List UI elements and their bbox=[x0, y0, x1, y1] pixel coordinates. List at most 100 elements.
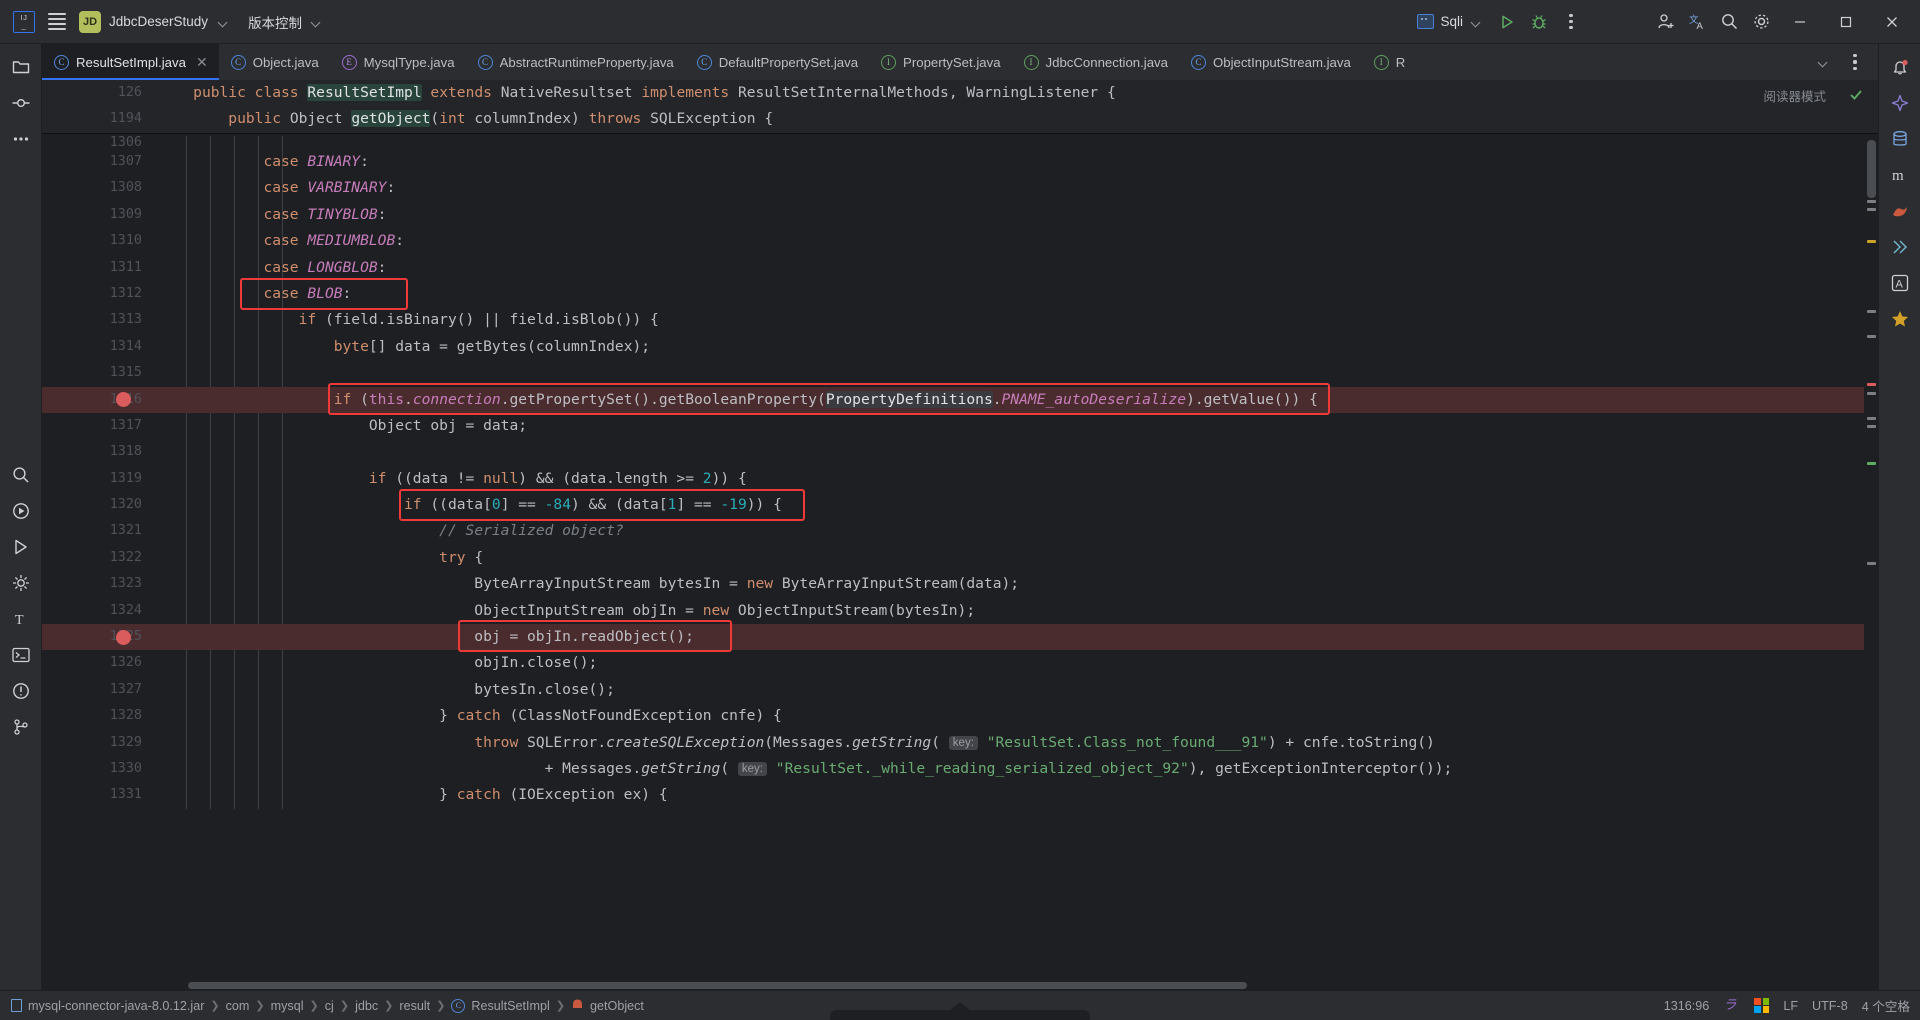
code-line[interactable]: 1323 ByteArrayInputStream bytesIn = new … bbox=[42, 571, 1878, 597]
reader-mode-label[interactable]: 阅读器模式 bbox=[1763, 86, 1826, 105]
marker-stripe[interactable] bbox=[1867, 200, 1876, 203]
code-line[interactable]: 1325 obj = objIn.readObject(); bbox=[42, 624, 1878, 651]
search-everywhere-button[interactable] bbox=[1714, 7, 1744, 37]
sidebar-item-gradle[interactable] bbox=[1883, 230, 1917, 264]
horizontal-scrollbar[interactable] bbox=[154, 982, 1862, 989]
marker-stripe[interactable] bbox=[1867, 383, 1876, 386]
code-line[interactable]: 1316 if (this.connection.getPropertySet(… bbox=[42, 386, 1878, 413]
code-line[interactable]: 1321 // Serialized object? bbox=[42, 518, 1878, 544]
line-number[interactable]: 1325 bbox=[42, 624, 154, 651]
marker-stripe[interactable] bbox=[1867, 417, 1876, 420]
line-number[interactable]: 1308 bbox=[42, 175, 154, 201]
code-line[interactable]: 1326 objIn.close(); bbox=[42, 650, 1878, 676]
code-line[interactable]: 1309 case TINYBLOB: bbox=[42, 202, 1878, 228]
line-number[interactable]: 1323 bbox=[42, 571, 154, 597]
editor-tab[interactable]: C DefaultPropertySet.java bbox=[685, 44, 869, 80]
code-line[interactable]: 1319 if ((data != null) && (data.length … bbox=[42, 466, 1878, 492]
line-number[interactable]: 1322 bbox=[42, 545, 154, 571]
vcs-widget[interactable]: 版本控制 bbox=[237, 7, 328, 37]
line-number[interactable]: 1310 bbox=[42, 228, 154, 254]
line-number[interactable]: 1328 bbox=[42, 703, 154, 729]
line-number[interactable]: 1312 bbox=[42, 281, 154, 307]
sidebar-item-debug[interactable] bbox=[4, 530, 38, 564]
sidebar-item-translation[interactable]: A bbox=[1883, 266, 1917, 300]
editor-tab[interactable]: C ObjectInputStream.java bbox=[1179, 44, 1362, 80]
line-number[interactable]: 1307 bbox=[42, 149, 154, 175]
line-number[interactable]: 1317 bbox=[42, 413, 154, 439]
sidebar-item-problems[interactable] bbox=[4, 674, 38, 708]
settings-button[interactable] bbox=[1746, 7, 1776, 37]
code-line[interactable]: 1328 } catch (ClassNotFoundException cnf… bbox=[42, 703, 1878, 729]
sidebar-item-ai-assistant[interactable] bbox=[1883, 86, 1917, 120]
line-number[interactable]: 1329 bbox=[42, 730, 154, 756]
maximize-button[interactable] bbox=[1824, 0, 1868, 44]
line-number[interactable]: 1324 bbox=[42, 598, 154, 624]
code-line[interactable]: 1313 if (field.isBinary() || field.isBlo… bbox=[42, 307, 1878, 333]
sidebar-item-bookmarks[interactable] bbox=[1883, 302, 1917, 336]
code-line[interactable]: 1306 bbox=[42, 136, 1878, 149]
breadcrumb-item[interactable]: jdbc bbox=[352, 999, 381, 1013]
code-line[interactable]: 1310 case MEDIUMBLOB: bbox=[42, 228, 1878, 254]
sidebar-item-notifications[interactable] bbox=[1883, 50, 1917, 84]
code-line[interactable]: 1315 bbox=[42, 360, 1878, 386]
inspection-status-icon[interactable] bbox=[1848, 86, 1864, 109]
editor-tab[interactable]: I JdbcConnection.java bbox=[1012, 44, 1179, 80]
sidebar-item-terminal[interactable] bbox=[4, 638, 38, 672]
line-number[interactable]: 1306 bbox=[42, 136, 154, 149]
breakpoint-marker[interactable] bbox=[116, 629, 131, 645]
line-number[interactable]: 1313 bbox=[42, 307, 154, 333]
breadcrumb-item[interactable]: mysql bbox=[268, 999, 307, 1013]
editor-tab[interactable]: I PropertySet.java bbox=[869, 44, 1012, 80]
editor-tab[interactable]: C ResultSetImpl.java ✕ bbox=[42, 44, 219, 80]
line-number[interactable]: 1318 bbox=[42, 439, 154, 465]
sidebar-item-run[interactable] bbox=[4, 494, 38, 528]
code-line[interactable]: 1318 bbox=[42, 439, 1878, 465]
line-number[interactable]: 1331 bbox=[42, 782, 154, 808]
debug-button[interactable] bbox=[1524, 7, 1554, 37]
project-widget[interactable]: JD JdbcDeserStudy bbox=[74, 7, 235, 37]
code-with-me-button[interactable] bbox=[1650, 7, 1680, 37]
main-menu-button[interactable] bbox=[42, 7, 72, 37]
indent-setting[interactable]: 4 个空格 bbox=[1862, 996, 1910, 1015]
marker-stripe[interactable] bbox=[1867, 462, 1876, 465]
sidebar-item-services[interactable] bbox=[4, 566, 38, 600]
breadcrumb-item[interactable]: com bbox=[223, 999, 253, 1013]
code-line[interactable]: 1327 bytesIn.close(); bbox=[42, 677, 1878, 703]
breakpoint-marker[interactable] bbox=[116, 392, 131, 408]
code-line[interactable]: 1330 + Messages.getString( key: "ResultS… bbox=[42, 756, 1878, 782]
editor-tab[interactable]: E MysqlType.java bbox=[330, 44, 466, 80]
breadcrumb-item[interactable]: cj bbox=[322, 999, 337, 1013]
minimize-button[interactable] bbox=[1778, 0, 1822, 44]
line-number[interactable]: 1311 bbox=[42, 255, 154, 281]
code-line[interactable]: 1317 Object obj = data; bbox=[42, 413, 1878, 439]
sidebar-item-more[interactable] bbox=[4, 122, 38, 156]
file-encoding[interactable]: UTF-8 bbox=[1812, 999, 1848, 1013]
line-number[interactable]: 1194 bbox=[42, 106, 154, 132]
sidebar-item-commit[interactable] bbox=[4, 86, 38, 120]
line-number[interactable]: 126 bbox=[42, 80, 154, 106]
code-line[interactable]: 1322 try { bbox=[42, 545, 1878, 571]
vertical-scrollbar-thumb[interactable] bbox=[1867, 140, 1876, 198]
marker-stripe[interactable] bbox=[1867, 392, 1876, 395]
sidebar-item-structure[interactable]: T bbox=[4, 602, 38, 636]
code-line[interactable]: 1320 if ((data[0] == -84) && (data[1] ==… bbox=[42, 492, 1878, 518]
ij-logo-button[interactable]: IJ _ bbox=[8, 7, 40, 37]
windows-icon[interactable] bbox=[1754, 998, 1770, 1013]
line-number[interactable]: 1314 bbox=[42, 334, 154, 360]
marker-stripe[interactable] bbox=[1867, 562, 1876, 565]
code-line[interactable]: 1314 byte[] data = getBytes(columnIndex)… bbox=[42, 334, 1878, 360]
line-number[interactable]: 1309 bbox=[42, 202, 154, 228]
code-line[interactable]: 1307 case BINARY: bbox=[42, 149, 1878, 175]
sidebar-item-maven[interactable]: m bbox=[1883, 158, 1917, 192]
editor-marker-bar[interactable] bbox=[1864, 80, 1878, 990]
breadcrumb-item[interactable]: result bbox=[396, 999, 433, 1013]
editor-tab[interactable]: C Object.java bbox=[219, 44, 330, 80]
code-line[interactable]: 1308 case VARBINARY: bbox=[42, 175, 1878, 201]
line-number[interactable]: 1326 bbox=[42, 650, 154, 676]
tab-list-button[interactable] bbox=[1808, 47, 1838, 77]
sidebar-item-version-control[interactable] bbox=[4, 710, 38, 744]
sidebar-item-plugin[interactable] bbox=[1883, 194, 1917, 228]
editor-tab[interactable]: C AbstractRuntimeProperty.java bbox=[466, 44, 685, 80]
line-number[interactable]: 1327 bbox=[42, 677, 154, 703]
sidebar-item-project[interactable] bbox=[4, 50, 38, 84]
